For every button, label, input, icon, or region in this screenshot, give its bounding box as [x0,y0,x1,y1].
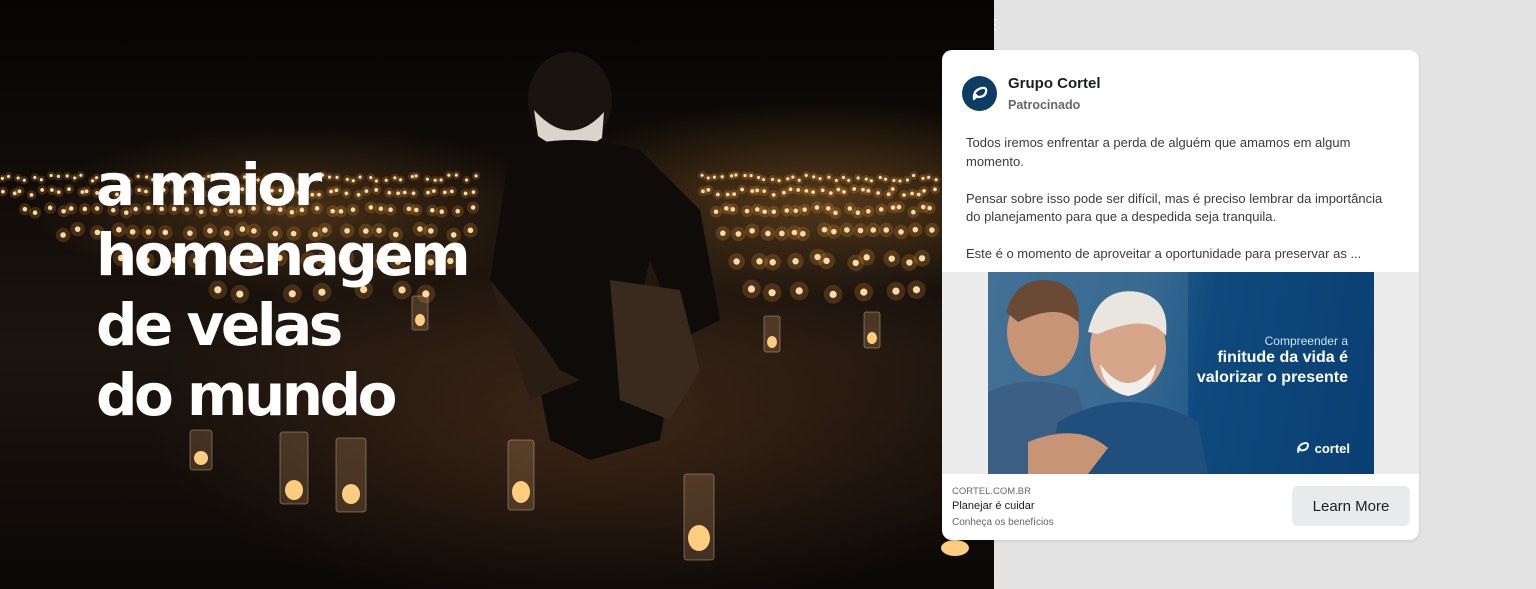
creative-line-2: finitude da vida é [1217,349,1348,366]
headline-line-1: a maior [96,151,322,219]
learn-more-button[interactable]: Learn More [1292,486,1410,526]
headline-line-3: de velas [96,291,343,359]
link-description: Conheça os benefícios [952,517,1054,528]
cortel-logo-icon [1296,442,1309,453]
creative-brand: cortel [1295,440,1350,456]
page-avatar[interactable] [962,76,997,111]
brand-name: cortel [1314,440,1350,456]
sponsored-label: Patrocinado [1008,98,1081,112]
ad-footer[interactable]: CORTEL.COM.BR Planejar é cuidar Conheça … [942,474,1419,540]
link-domain: CORTEL.COM.BR [952,486,1032,497]
post-text: Todos iremos enfrentar a perda de alguém… [966,134,1396,282]
ad-media[interactable]: Compreender a finitude da vida é valoriz… [942,272,1419,474]
cortel-logo-icon [972,86,987,100]
post-paragraph: Pensar sobre isso pode ser difícil, mas … [966,190,1383,225]
sponsored-ad-card[interactable]: Grupo Cortel Patrocinado Todos iremos en… [942,50,1419,540]
headline-line-2: homenagem [96,221,471,289]
post-paragraph: Todos iremos enfrentar a perda de alguém… [966,135,1351,169]
headline-line-4: do mundo [96,361,397,429]
person-silhouette [490,52,720,460]
creative-line-1: Compreender a [1264,334,1348,348]
more-options-icon[interactable]: ⋮ [988,17,1002,31]
page-name[interactable]: Grupo Cortel [1008,75,1101,92]
post-paragraph[interactable]: Este é o momento de aproveitar a oportun… [966,245,1396,264]
creative-line-3: valorizar o presente [1196,369,1348,386]
ad-creative-image[interactable]: Compreender a finitude da vida é valoriz… [988,272,1374,474]
link-headline[interactable]: Planejar é cuidar [952,500,1035,512]
creative-caption: Compreender a finitude da vida é valoriz… [1197,334,1348,388]
hero-photo: a maior homenagem de velas do mundo [0,0,994,589]
headline: a maior homenagem de velas do mundo [96,150,471,430]
